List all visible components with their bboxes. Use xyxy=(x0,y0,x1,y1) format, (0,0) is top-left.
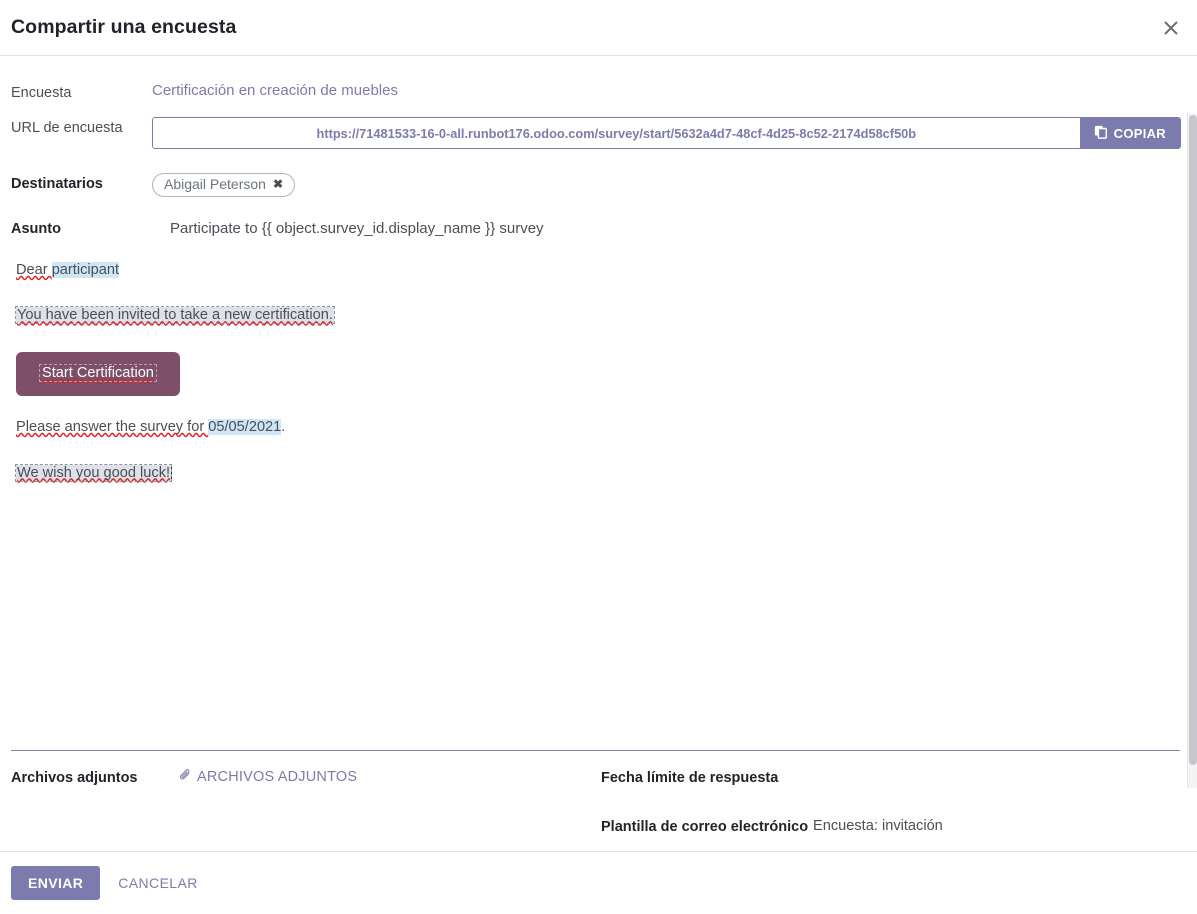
mail-template-label: Plantilla de correo electrónico xyxy=(601,819,809,836)
deadline-row: Fecha límite de respuesta xyxy=(601,768,1181,789)
greeting-prefix: Dear xyxy=(16,261,52,278)
copy-url-button[interactable]: COPIAR xyxy=(1079,118,1180,148)
lower-section: Archivos adjuntos ARCHIVOS ADJUNTOS Fech… xyxy=(0,768,1197,838)
scrollbar-thumb[interactable] xyxy=(1189,115,1197,765)
dialog-body: Encuesta Certificación en creación de mu… xyxy=(0,56,1197,851)
recipient-tag[interactable]: Abigail Peterson ✖ xyxy=(152,173,296,197)
body-scrollbar[interactable] xyxy=(1187,113,1197,788)
attachments-column: Archivos adjuntos ARCHIVOS ADJUNTOS xyxy=(11,768,601,838)
send-button[interactable]: ENVIAR xyxy=(11,866,101,900)
add-attachments-button[interactable]: ARCHIVOS ADJUNTOS xyxy=(178,768,357,786)
email-cta-wrapper: Start Certification xyxy=(16,352,1181,396)
invite-text: You have been invited to take a new cert… xyxy=(15,306,335,325)
survey-url-group: COPIAR xyxy=(152,117,1181,149)
attachments-label: Archivos adjuntos xyxy=(11,770,138,786)
answer-deadline-date: 05/05/2021 xyxy=(208,418,282,435)
email-invite-line: You have been invited to take a new cert… xyxy=(15,306,1181,326)
survey-url-input[interactable] xyxy=(153,118,1080,148)
recipients-row: Destinatarios Abigail Peterson ✖ xyxy=(11,173,1181,197)
answer-suffix: . xyxy=(281,418,286,435)
email-body-editor[interactable]: Dear participant You have been invited t… xyxy=(11,261,1181,483)
start-certification-label: Start Certification xyxy=(39,364,157,383)
subject-label: Asunto xyxy=(11,220,61,237)
mail-template-row: Plantilla de correo electrónico Encuesta… xyxy=(601,817,1181,838)
greeting-highlight: participant xyxy=(51,261,120,278)
section-divider xyxy=(11,750,1180,751)
survey-row: Encuesta Certificación en creación de mu… xyxy=(11,82,1181,101)
deadline-label: Fecha límite de respuesta xyxy=(601,770,779,786)
answer-prefix: Please answer the survey for xyxy=(16,418,209,435)
email-wish-line: We wish you good luck! xyxy=(14,463,1181,484)
start-certification-button[interactable]: Start Certification xyxy=(16,352,180,396)
dialog-header: Compartir una encuesta xyxy=(0,0,1197,56)
subject-input[interactable]: Participate to {{ object.survey_id.displ… xyxy=(152,218,544,237)
text-caret xyxy=(171,463,173,479)
share-survey-dialog: Compartir una encuesta Encuesta Certific… xyxy=(0,0,1197,914)
paperclip-icon xyxy=(178,768,192,786)
email-greeting-line: Dear participant xyxy=(16,261,1181,281)
copy-icon xyxy=(1094,125,1108,142)
dialog-title: Compartir una encuesta xyxy=(11,16,237,38)
remove-tag-icon[interactable]: ✖ xyxy=(273,177,283,191)
wish-text: We wish you good luck! xyxy=(14,463,173,482)
recipients-label: Destinatarios xyxy=(11,176,103,192)
attachments-row: Archivos adjuntos ARCHIVOS ADJUNTOS xyxy=(11,768,601,789)
subject-row: Asunto Participate to {{ object.survey_i… xyxy=(11,218,1181,237)
recipient-tag-label: Abigail Peterson xyxy=(164,176,266,192)
dialog-footer: ENVIAR CANCELAR xyxy=(0,851,1197,914)
cancel-button[interactable]: CANCELAR xyxy=(106,867,209,899)
survey-url-label: URL de encuesta xyxy=(11,120,123,136)
copy-button-label: COPIAR xyxy=(1113,125,1166,141)
email-answer-line: Please answer the survey for 05/05/2021. xyxy=(16,418,1181,438)
close-icon[interactable] xyxy=(1157,14,1185,42)
add-attachments-label: ARCHIVOS ADJUNTOS xyxy=(197,769,358,785)
details-column: Fecha límite de respuesta Plantilla de c… xyxy=(601,768,1181,838)
mail-template-value[interactable]: Encuesta: invitación xyxy=(813,817,943,834)
survey-url-row: URL de encuesta COPIAR xyxy=(11,117,1181,149)
survey-label: Encuesta xyxy=(11,85,72,101)
survey-link[interactable]: Certificación en creación de muebles xyxy=(152,82,398,99)
